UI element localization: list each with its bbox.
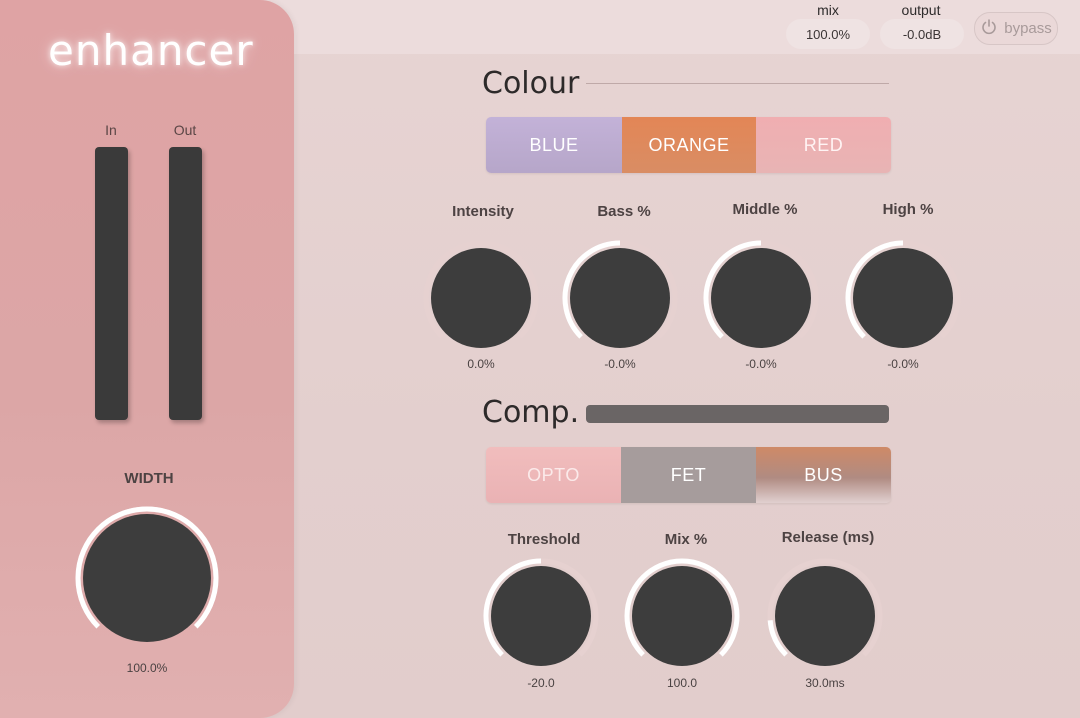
width-label: WIDTH [124,470,174,487]
knob-graphic [703,240,819,348]
comp-mix-knob[interactable] [623,557,741,680]
knob-body [570,248,670,348]
middle-label: Middle % [732,201,798,218]
width-value: 100.0% [126,661,168,675]
meter-in [95,147,128,420]
comp-mode-bus[interactable]: BUS [756,447,891,503]
comp-mode-fet[interactable]: FET [621,447,756,503]
middle-knob[interactable] [702,239,820,362]
meter-in-label: In [105,122,117,138]
comp-bar [586,405,889,423]
intensity-label: Intensity [452,203,514,220]
bass-knob[interactable] [561,239,679,362]
bass-value: -0.0% [604,357,636,371]
meter-out-label: Out [173,122,197,138]
colour-title: Colour [482,66,580,101]
threshold-value: -20.0 [527,676,555,690]
knob-body [431,248,531,348]
comp-title: Comp. [482,395,580,430]
knob-graphic [423,240,539,348]
high-value: -0.0% [887,357,919,371]
middle-value: -0.0% [745,357,777,371]
comp-mode-opto[interactable]: OPTO [486,447,621,503]
width-knob[interactable] [74,505,220,656]
comp-mode-selector: OPTO FET BUS [486,447,891,503]
colour-mode-blue[interactable]: BLUE [486,117,622,173]
mix-value-field[interactable]: 100.0% [786,19,870,49]
knob-body [711,248,811,348]
mix-label: mix [817,2,839,18]
knob-graphic [845,240,961,348]
output-label: output [901,2,941,18]
comp-mix-value: 100.0 [666,676,698,690]
release-value: 30.0ms [805,676,845,690]
high-knob[interactable] [844,239,962,362]
bass-label: Bass % [597,203,651,220]
knob-graphic [483,558,599,666]
knob-body [853,248,953,348]
side-panel: enhancer In Out WIDTH 100.0% [0,0,294,718]
release-knob[interactable] [766,557,884,680]
knob-graphic [767,558,883,666]
bypass-button[interactable]: bypass [974,12,1058,45]
high-label: High % [882,201,934,218]
app-logo: enhancer [48,26,254,75]
intensity-value: 0.0% [467,357,495,371]
colour-divider [586,83,889,84]
knob-body [632,566,732,666]
intensity-knob[interactable] [422,239,540,362]
meter-out [169,147,202,420]
colour-mode-orange[interactable]: ORANGE [622,117,756,173]
output-value-field[interactable]: -0.0dB [880,19,964,49]
knob-body [775,566,875,666]
comp-mix-label: Mix % [664,531,708,548]
threshold-label: Threshold [507,531,581,548]
colour-mode-red[interactable]: RED [756,117,891,173]
knob-body [83,514,211,642]
knob-body [491,566,591,666]
colour-mode-selector: BLUE ORANGE RED [486,117,891,173]
threshold-knob[interactable] [482,557,600,680]
bypass-label: bypass [1004,20,1052,37]
knob-graphic [624,558,740,666]
knob-graphic [562,240,678,348]
power-icon [980,18,998,40]
knob-graphic [75,506,219,642]
release-label: Release (ms) [781,529,875,546]
